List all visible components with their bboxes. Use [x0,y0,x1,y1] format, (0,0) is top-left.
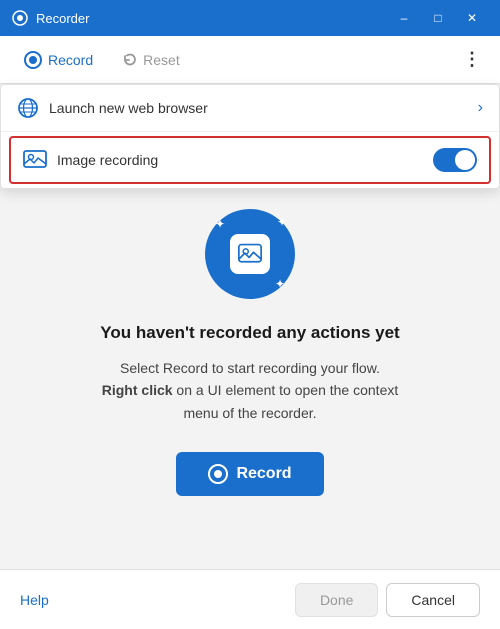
title-bar-left: Recorder [12,10,89,26]
recorder-app-icon [12,10,28,26]
chevron-right-icon: › [478,99,483,117]
image-recording-label: Image recording [57,152,158,168]
help-link[interactable]: Help [20,592,49,608]
cancel-button[interactable]: Cancel [386,583,480,617]
main-description: Select Record to start recording your fl… [90,357,410,424]
record-toolbar-label: Record [48,52,93,68]
footer: Help Done Cancel [0,569,500,629]
description-line1: Select Record to start recording your fl… [120,360,380,376]
record-toolbar-button[interactable]: Record [12,45,105,75]
footer-buttons: Done Cancel [295,583,480,617]
sparkle-br: ✦ [275,277,285,291]
record-button-dot [214,470,222,478]
title-bar-title: Recorder [36,11,89,26]
image-recording-item[interactable]: Image recording [9,136,491,184]
record-hero-icon: ✦ ✦ ✦ [205,209,295,299]
dropdown-menu: Launch new web browser › Image recording [0,84,500,189]
main-heading: You haven't recorded any actions yet [100,323,399,343]
launch-browser-item-left: Launch new web browser [17,97,208,119]
title-bar: Recorder ‒ □ ✕ [0,0,500,36]
reset-toolbar-button: Reset [109,46,192,74]
main-content: ✦ ✦ ✦ You haven't recorded any actions y… [0,189,500,569]
reset-icon [121,52,137,68]
close-button[interactable]: ✕ [456,4,488,32]
record-button-icon [208,464,228,484]
maximize-button[interactable]: □ [422,4,454,32]
sparkle-tl: ✦ [215,217,225,231]
title-bar-controls: ‒ □ ✕ [388,4,488,32]
record-button-label: Record [236,465,291,483]
record-main-button[interactable]: Record [176,452,323,496]
done-button: Done [295,583,378,617]
toolbar: Record Reset ⋮ [0,36,500,84]
image-recording-toggle[interactable] [433,148,477,172]
minimize-button[interactable]: ‒ [388,4,420,32]
sparkle-tr: ✦ [277,215,287,229]
reset-toolbar-label: Reset [143,52,180,68]
description-bold: Right click [102,382,173,398]
record-icon-inner [230,234,270,274]
image-recording-item-left: Image recording [23,150,158,170]
toggle-knob [455,150,475,170]
globe-icon [17,97,39,119]
description-line2: on a UI element to open the context menu… [173,382,399,420]
record-icon [24,51,42,69]
image-recording-icon [23,150,47,170]
launch-browser-label: Launch new web browser [49,100,208,116]
launch-browser-item[interactable]: Launch new web browser › [1,85,499,132]
image-hero-icon [238,242,262,266]
more-options-button[interactable]: ⋮ [456,44,488,76]
